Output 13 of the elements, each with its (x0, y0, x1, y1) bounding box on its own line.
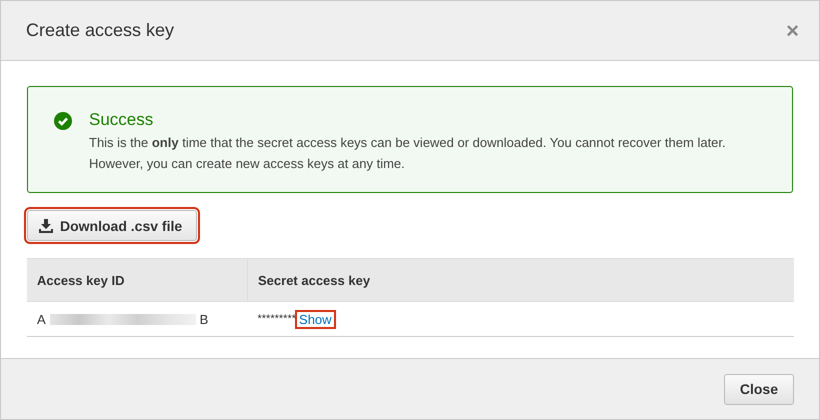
download-icon (39, 218, 53, 232)
dialog-title: Create access key (26, 20, 174, 41)
key-prefix: A (37, 312, 46, 326)
close-dialog-button[interactable]: Close (724, 374, 794, 404)
show-link[interactable]: Show (297, 312, 334, 326)
alert-message: This is the only time that the secret access keys can be viewed or downloaded. You cannot recover them later. However, you can create new access keys at any time. (89, 134, 727, 173)
column-header: Access key ID (27, 258, 248, 302)
alert-title: Success (89, 110, 154, 130)
check-circle-icon (54, 112, 72, 130)
column-header: Secret access key (248, 258, 794, 302)
download-button[interactable]: Download .csv file (27, 210, 198, 241)
masked-secret: ********* (258, 313, 296, 325)
key-suffix: B (200, 312, 208, 326)
